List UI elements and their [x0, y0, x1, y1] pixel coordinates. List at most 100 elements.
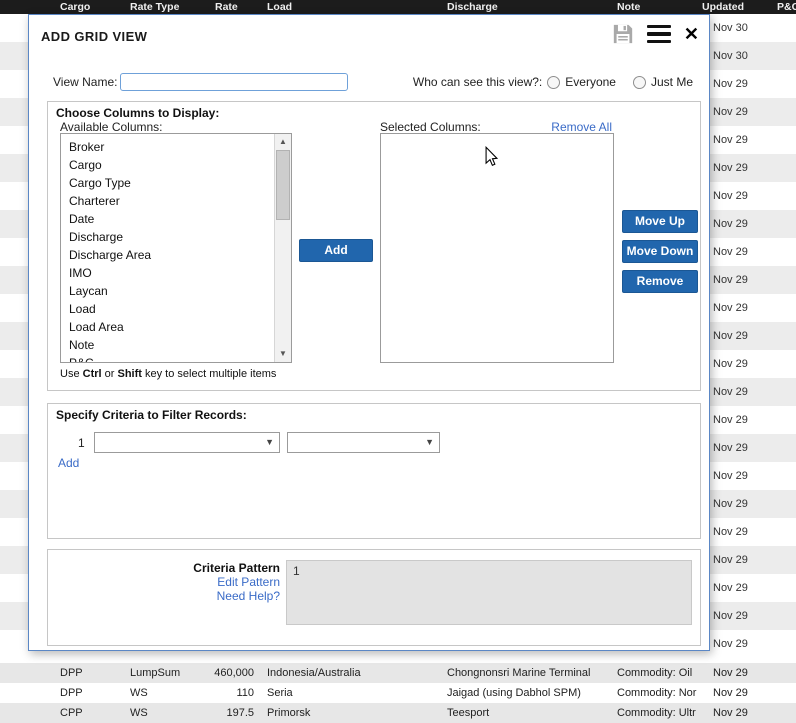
rate-type-cell: WS	[125, 703, 210, 723]
available-column-option[interactable]: IMO	[61, 264, 274, 282]
choose-columns-section: Choose Columns to Display: Available Col…	[47, 101, 701, 391]
view-name-input[interactable]	[120, 73, 348, 91]
updated-cell: Nov 29	[713, 602, 748, 630]
criteria-row-number: 1	[78, 436, 85, 450]
cargo-cell: CPP	[55, 703, 125, 723]
hint-text: Use	[60, 368, 83, 380]
menu-bar	[647, 40, 671, 44]
visibility-group: Who can see this view?: Everyone Just Me	[413, 75, 693, 89]
justme-radio[interactable]	[633, 76, 646, 89]
scrollbar-thumb[interactable]	[276, 150, 290, 220]
updated-cell: Nov 29	[713, 182, 748, 210]
column-header[interactable]: Cargo	[55, 0, 125, 14]
add-grid-view-dialog: ADD GRID VIEW ✕ View Name:	[28, 14, 710, 651]
updated-cell: Nov 29	[713, 126, 748, 154]
table-row[interactable]: DPP WS 110 Seria Jaigad (using Dabhol SP…	[0, 683, 796, 703]
available-column-option[interactable]: Broker	[61, 138, 274, 156]
available-columns-list: Broker Cargo Cargo Type Charterer Date D…	[61, 134, 274, 362]
move-down-button[interactable]: Move Down	[622, 240, 698, 263]
available-column-option[interactable]: Load Area	[61, 318, 274, 336]
everyone-label[interactable]: Everyone	[565, 75, 616, 89]
criteria-pattern-labels: Criteria Pattern Edit Pattern Need Help?	[48, 562, 280, 603]
column-header[interactable]: Discharge	[442, 0, 612, 14]
rate-type-cell: WS	[125, 683, 210, 703]
visibility-question: Who can see this view?:	[413, 75, 542, 89]
pc-cell	[772, 703, 796, 723]
available-column-option[interactable]: Cargo Type	[61, 174, 274, 192]
note-cell: Commodity: Oil	[612, 663, 697, 683]
criteria-field-select[interactable]: ▼	[94, 432, 280, 453]
updated-cell: Nov 29	[713, 350, 748, 378]
available-column-option[interactable]: Note	[61, 336, 274, 354]
updated-cell: Nov 29	[713, 406, 748, 434]
available-columns-listbox[interactable]: Broker Cargo Cargo Type Charterer Date D…	[60, 133, 292, 363]
dialog-toolbar: ✕	[612, 23, 699, 45]
updated-cell: Nov 29	[713, 294, 748, 322]
column-header[interactable]: Note	[612, 0, 697, 14]
save-icon[interactable]	[612, 23, 634, 45]
updated-cell: Nov 29	[713, 266, 748, 294]
note-cell: Commodity: Nor	[612, 683, 697, 703]
table-row[interactable]: DPP LumpSum 460,000 Indonesia/Australia …	[0, 663, 796, 683]
justme-label[interactable]: Just Me	[651, 75, 693, 89]
available-column-option[interactable]: Load	[61, 300, 274, 318]
edit-pattern-link[interactable]: Edit Pattern	[217, 575, 280, 589]
discharge-cell: Chongnonsri Marine Terminal	[442, 663, 612, 683]
spacer-cell	[0, 663, 55, 683]
updated-cell: Nov 29	[713, 322, 748, 350]
pc-cell	[772, 683, 796, 703]
add-column-button[interactable]: Add	[299, 239, 373, 262]
updated-cell: Nov 29	[713, 546, 748, 574]
rate-type-cell: LumpSum	[125, 663, 210, 683]
table-row[interactable]: CPP WS 197.5 Primorsk Teesport Commodity…	[0, 703, 796, 723]
available-column-option[interactable]: Charterer	[61, 192, 274, 210]
need-help-link[interactable]: Need Help?	[217, 589, 280, 603]
everyone-radio[interactable]	[547, 76, 560, 89]
column-header[interactable]: Rate Type	[125, 0, 210, 14]
close-icon[interactable]: ✕	[684, 23, 699, 45]
spacer-cell	[0, 683, 55, 703]
rate-cell: 197.5	[210, 703, 262, 723]
updated-cell: Nov 29	[713, 518, 748, 546]
shift-key-label: Shift	[117, 368, 141, 380]
updated-cell: Nov 29	[697, 683, 772, 703]
column-header[interactable]: Load	[262, 0, 442, 14]
available-column-option[interactable]: P&C	[61, 354, 274, 362]
view-name-label: View Name:	[53, 75, 117, 89]
column-header[interactable]: P&C	[772, 0, 796, 14]
available-column-option[interactable]: Date	[61, 210, 274, 228]
selected-columns-listbox[interactable]	[380, 133, 614, 363]
available-column-option[interactable]: Cargo	[61, 156, 274, 174]
view-name-row: View Name: Who can see this view?: Every…	[53, 71, 693, 93]
scroll-up-icon[interactable]: ▲	[275, 134, 291, 150]
updated-cell: Nov 29	[713, 462, 748, 490]
updated-cell: Nov 29	[713, 238, 748, 266]
updated-cell: Nov 30	[713, 14, 748, 42]
available-columns-label: Available Columns:	[60, 120, 163, 134]
available-column-option[interactable]: Laycan	[61, 282, 274, 300]
available-column-option[interactable]: Discharge Area	[61, 246, 274, 264]
column-header[interactable]: Updated	[697, 0, 772, 14]
updated-cell: Nov 29	[697, 703, 772, 723]
load-cell: Primorsk	[262, 703, 442, 723]
hint-text: key to select multiple items	[142, 368, 277, 380]
scroll-down-icon[interactable]: ▼	[275, 346, 291, 362]
updated-cell: Nov 30	[713, 42, 748, 70]
move-up-button[interactable]: Move Up	[622, 210, 698, 233]
cargo-cell: DPP	[55, 683, 125, 703]
criteria-operator-select[interactable]: ▼	[287, 432, 440, 453]
add-criteria-link[interactable]: Add	[58, 456, 79, 470]
grid-header: Cargo Rate Type Rate Load Discharge Note…	[0, 0, 796, 14]
remove-all-link[interactable]: Remove All	[551, 120, 612, 134]
cargo-cell: DPP	[55, 663, 125, 683]
criteria-pattern-section: Criteria Pattern Edit Pattern Need Help?…	[47, 549, 701, 646]
rate-cell: 110	[210, 683, 262, 703]
remove-button[interactable]: Remove	[622, 270, 698, 293]
available-column-option[interactable]: Discharge	[61, 228, 274, 246]
column-header[interactable]: Rate	[210, 0, 262, 14]
menu-icon[interactable]	[647, 25, 671, 44]
dialog-title: ADD GRID VIEW	[41, 29, 147, 44]
load-cell: Seria	[262, 683, 442, 703]
listbox-scrollbar[interactable]: ▲ ▼	[274, 134, 291, 362]
chevron-down-icon: ▼	[265, 437, 274, 447]
